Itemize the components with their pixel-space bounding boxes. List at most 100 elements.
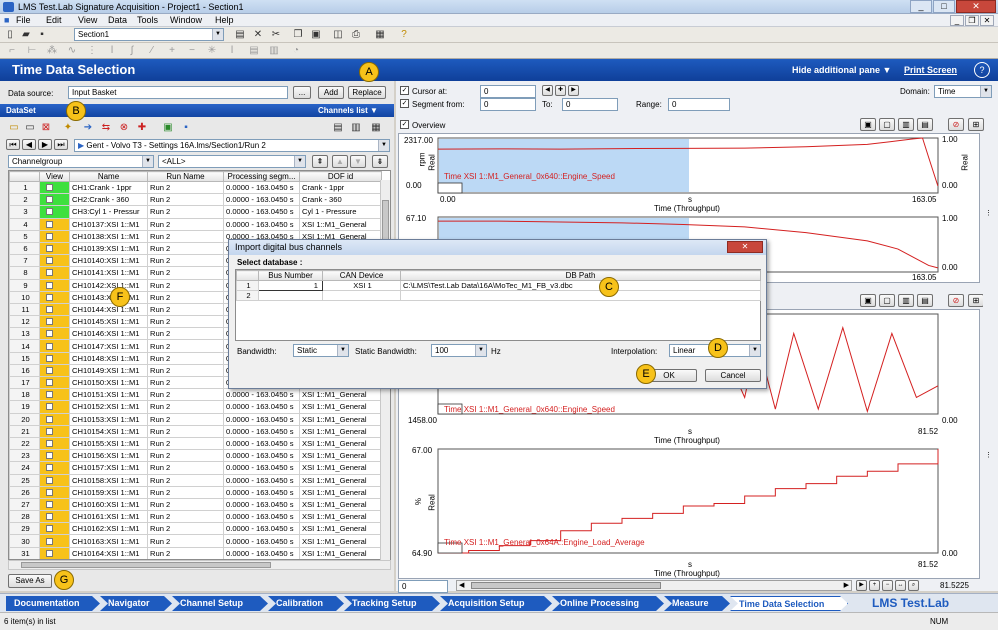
- collapse-all-icon[interactable]: ⇞: [312, 155, 328, 168]
- new-file-icon[interactable]: ▯: [4, 29, 16, 41]
- overview-checkbox[interactable]: ✓: [400, 120, 409, 129]
- table-row[interactable]: 27 CH10160:XSI 1::M1 Run 2 0.0000 - 163.045…: [9, 497, 382, 512]
- cursor-next-icon[interactable]: ▶: [568, 85, 579, 96]
- table-row[interactable]: 1 CH1:Crank - 1ppr Run 2 0.0000 - 163.0450 …: [9, 180, 382, 195]
- view-checkbox[interactable]: [46, 293, 53, 301]
- run-path-select[interactable]: ▶ Gent - Volvo T3 - Settings 16A.lms/Sec…: [74, 139, 390, 152]
- layout-icon[interactable]: ▥: [898, 294, 914, 307]
- print-icon[interactable]: ⎙: [350, 29, 362, 41]
- workflow-documentation[interactable]: Documentation: [6, 596, 100, 611]
- table-row[interactable]: 22 CH10155:XSI 1::M1 Run 2 0.0000 - 163.045…: [9, 436, 382, 451]
- view-checkbox[interactable]: [46, 415, 53, 423]
- filter-select[interactable]: <ALL> ▼: [158, 155, 306, 168]
- view-checkbox[interactable]: [46, 245, 53, 253]
- view-checkbox[interactable]: [46, 391, 53, 399]
- dialog-close-button[interactable]: ✕: [727, 241, 763, 253]
- last-icon[interactable]: ⏭: [54, 139, 68, 150]
- menu-tools[interactable]: Tools: [137, 15, 158, 25]
- column-header[interactable]: Name: [69, 171, 148, 182]
- workflow-time-data-selection[interactable]: Time Data Selection: [730, 596, 848, 611]
- grip-icon[interactable]: ⋮: [985, 209, 992, 217]
- view-checkbox[interactable]: [46, 427, 53, 435]
- swap-icon[interactable]: ⇆: [100, 122, 112, 134]
- mdi-minimize-button[interactable]: _: [950, 15, 964, 26]
- cursor-prev-icon[interactable]: ◀: [542, 85, 553, 96]
- menu-edit[interactable]: Edit: [46, 15, 62, 25]
- menu-file[interactable]: File: [16, 15, 31, 25]
- no-color-icon[interactable]: ⊘: [948, 118, 964, 131]
- star-icon[interactable]: ✦: [62, 122, 74, 134]
- mdi-close-button[interactable]: ✕: [980, 15, 994, 26]
- tool-icon-9[interactable]: +: [166, 45, 178, 57]
- workflow-navigator[interactable]: Navigator: [100, 596, 172, 611]
- chart-engine-load[interactable]: [398, 444, 980, 578]
- no-color-icon[interactable]: ⊘: [948, 294, 964, 307]
- split-icon[interactable]: ⊞: [968, 118, 984, 131]
- scroll-left-icon[interactable]: ◀: [459, 581, 464, 589]
- view-grid-icon[interactable]: ▦: [370, 122, 382, 134]
- time-scrollbar[interactable]: ◀ ▶: [456, 580, 852, 591]
- tool-icon-12[interactable]: ǀ: [226, 45, 238, 57]
- bandwidth-select[interactable]: Static ▼: [293, 344, 349, 357]
- cursor-center-icon[interactable]: ✚: [555, 85, 566, 96]
- menu-data[interactable]: Data: [108, 15, 127, 25]
- workflow-online-processing[interactable]: Online Processing: [552, 596, 664, 611]
- paste-icon[interactable]: ▣: [310, 29, 322, 41]
- db-row[interactable]: 2: [236, 290, 761, 301]
- view-checkbox[interactable]: [46, 330, 53, 338]
- column-header[interactable]: [9, 171, 40, 182]
- split-icon[interactable]: ⊞: [968, 294, 984, 307]
- browse-button[interactable]: ...: [293, 86, 311, 99]
- view-checkbox[interactable]: [46, 208, 53, 216]
- db-cell-bus[interactable]: 1: [258, 280, 323, 291]
- properties-icon[interactable]: ▤: [234, 29, 246, 41]
- view-checkbox[interactable]: [46, 318, 53, 326]
- workflow-acquisition-setup[interactable]: Acquisition Setup: [440, 596, 552, 611]
- workflow-measure[interactable]: Measure: [664, 596, 730, 611]
- tool-icon-13[interactable]: ▤: [248, 45, 260, 57]
- help-icon[interactable]: ?: [398, 29, 410, 41]
- grip-icon[interactable]: ⋮: [985, 451, 992, 459]
- view-checkbox[interactable]: [46, 440, 53, 448]
- column-header[interactable]: Processing segm...: [223, 171, 300, 182]
- view-checkbox[interactable]: [46, 269, 53, 277]
- view-checkbox[interactable]: [46, 549, 53, 557]
- view-checkbox[interactable]: [46, 513, 53, 521]
- view-checkbox[interactable]: [46, 196, 53, 204]
- tool-icon-7[interactable]: ∫: [126, 45, 138, 57]
- table-row[interactable]: 2 CH2:Crank - 360 Run 2 0.0000 - 163.0450 s…: [9, 193, 382, 207]
- db-row[interactable]: 1 1 XSI 1 C:\LMS\Test.Lab Data\16A\MoTec_M1…: [236, 280, 761, 291]
- view-details-icon[interactable]: ▥: [350, 122, 362, 134]
- table-row[interactable]: 3 CH3:Cyl 1 - Pressur Run 2 0.0000 - 163.04…: [9, 205, 382, 219]
- play-icon[interactable]: ▶: [856, 580, 867, 591]
- tool-icon-15[interactable]: ◔: [290, 45, 302, 57]
- add-button[interactable]: Add: [318, 86, 344, 99]
- down-icon[interactable]: ▼: [350, 155, 366, 168]
- zoom-out-icon[interactable]: −: [882, 580, 893, 591]
- view-checkbox[interactable]: [46, 452, 53, 460]
- expand-all-icon[interactable]: ⇟: [372, 155, 388, 168]
- scroll-right-icon[interactable]: ▶: [844, 581, 849, 589]
- y-scale-icon[interactable]: ▣: [860, 294, 876, 307]
- segment-checkbox[interactable]: ✓: [400, 99, 409, 108]
- view-checkbox[interactable]: [46, 281, 53, 289]
- segment-from-input[interactable]: 0: [480, 98, 536, 111]
- arrow-right-icon[interactable]: ➔: [82, 122, 94, 134]
- table-row[interactable]: 29 CH10162:XSI 1::M1 Run 2 0.0000 - 163.045…: [9, 522, 382, 536]
- domain-select[interactable]: Time ▼: [934, 85, 992, 98]
- folder-plot-icon[interactable]: ▤: [917, 118, 933, 131]
- maximize-button[interactable]: □: [933, 0, 955, 13]
- tool-icon-5[interactable]: ⋮: [86, 45, 98, 57]
- tool-icon-1[interactable]: ⌐: [6, 45, 18, 57]
- view-checkbox[interactable]: [46, 379, 53, 387]
- view-checkbox[interactable]: [46, 232, 53, 240]
- tool-icon-14[interactable]: ▥: [268, 45, 280, 57]
- layout-icon[interactable]: ▥: [898, 118, 914, 131]
- view-checkbox[interactable]: [46, 305, 53, 313]
- screenshot-icon[interactable]: ▦: [374, 29, 386, 41]
- time-start-input[interactable]: 0: [398, 580, 448, 593]
- remove-icon[interactable]: ⊠: [40, 122, 52, 134]
- view-checkbox[interactable]: [46, 220, 53, 228]
- copy-icon[interactable]: ❐: [292, 29, 304, 41]
- first-icon[interactable]: ⏮: [6, 139, 20, 150]
